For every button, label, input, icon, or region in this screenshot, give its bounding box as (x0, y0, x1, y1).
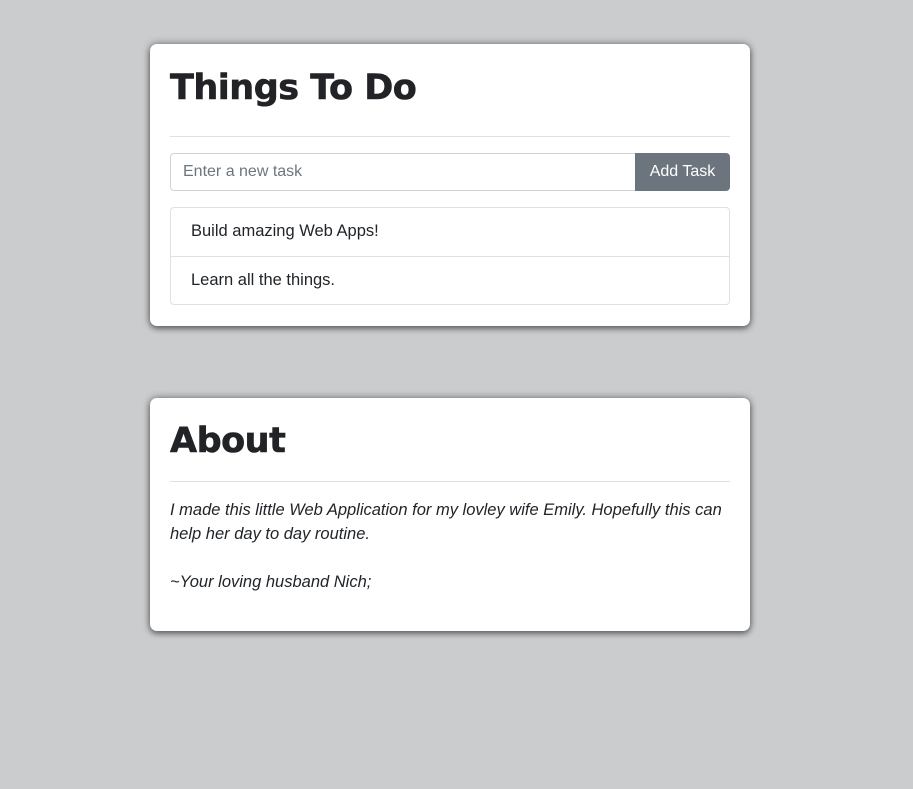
add-task-form: Add Task (170, 153, 730, 191)
todo-card: Things To Do Add Task Build amazing Web … (150, 44, 750, 326)
task-list: Build amazing Web Apps! Learn all the th… (170, 207, 730, 305)
add-task-button[interactable]: Add Task (635, 153, 730, 191)
about-signature: ~Your loving husband Nich; (170, 573, 372, 591)
todo-divider (170, 136, 730, 137)
about-message: I made this little Web Application for m… (170, 501, 722, 543)
about-card: About I made this little Web Application… (150, 398, 750, 631)
task-item[interactable]: Learn all the things. (171, 256, 729, 304)
new-task-input[interactable] (170, 153, 635, 191)
about-title: About (170, 421, 286, 461)
task-item[interactable]: Build amazing Web Apps! (171, 208, 729, 256)
about-divider (170, 481, 730, 482)
todo-title: Things To Do (170, 68, 417, 108)
